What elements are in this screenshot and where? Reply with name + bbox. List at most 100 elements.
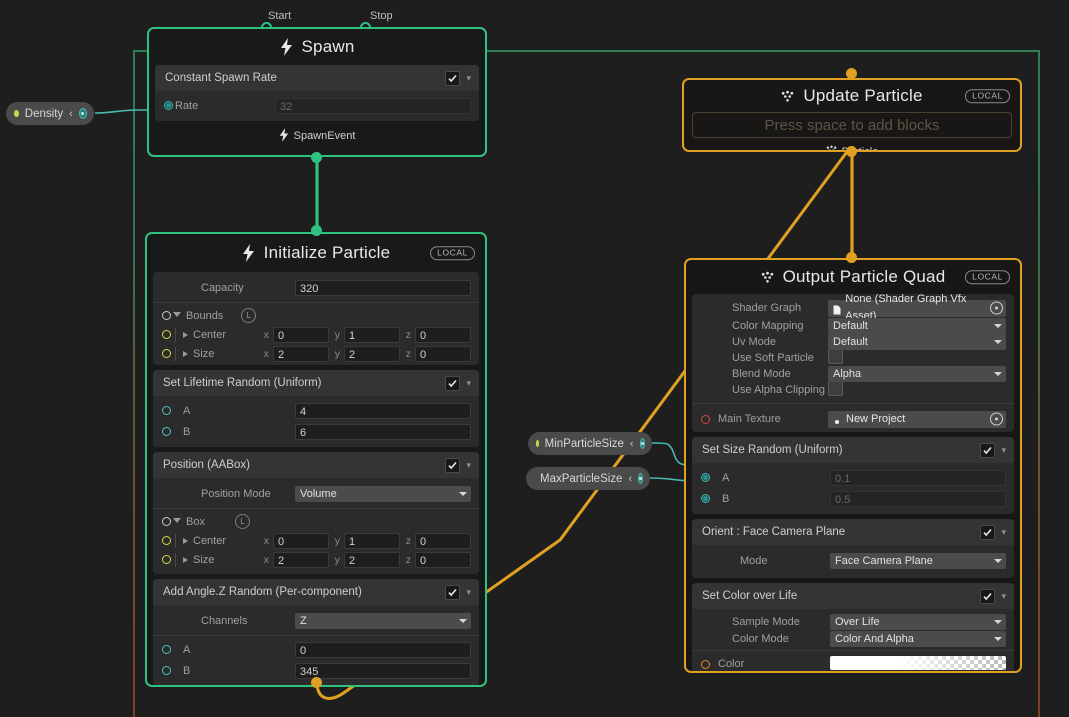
input-port-icon[interactable] [159,311,173,320]
chevron-right-icon[interactable] [183,556,188,563]
property-row-b[interactable]: B 0.5 [692,488,1014,509]
chevron-down-icon[interactable]: ▾ [466,73,471,83]
block-enable-checkbox[interactable] [445,70,461,86]
uv-mode-dropdown[interactable]: Default [828,334,1006,350]
orient-mode-dropdown[interactable]: Face Camera Plane [830,553,1006,569]
context-initialize-particle[interactable]: Initialize Particle LOCAL Capacity 320 B [145,232,487,687]
property-row-rate[interactable]: Rate 32 [155,95,479,116]
box-size-x-input[interactable]: 2 [273,551,329,568]
input-port-icon[interactable] [159,555,173,564]
input-port-icon[interactable] [159,406,173,415]
property-row-color-mode[interactable]: Color Mode Color And Alpha [692,630,1014,647]
vector3-box-size[interactable]: x 2 y 2 z 0 [262,551,471,568]
object-picker-icon[interactable] [990,301,1003,315]
chevron-down-icon[interactable]: ▾ [1001,527,1006,537]
box-center-y-input[interactable]: 1 [344,532,400,549]
chevron-left-icon[interactable]: ‹ [69,108,73,120]
block-set-lifetime-random[interactable]: Set Lifetime Random (Uniform) ▾ A 4 B 6 [153,370,479,447]
vector3-box-center[interactable]: x 0 y 1 z 0 [262,532,471,549]
channels-dropdown[interactable]: Z [295,613,471,629]
property-row-bounds-center[interactable]: Center x 0 y 1 z 0 [153,325,479,344]
use-soft-particle-checkbox[interactable] [828,349,843,364]
block-enable-checkbox[interactable] [445,375,461,391]
box-size-y-input[interactable]: 2 [344,551,400,568]
property-row-channels[interactable]: Channels Z [153,609,479,633]
chevron-down-icon[interactable] [173,517,181,526]
initialize-input-anchor[interactable] [311,225,322,236]
block-header[interactable]: Add Angle.Z Random (Per-component) ▾ [153,579,479,605]
chevron-down-icon[interactable]: ▾ [466,378,471,388]
property-row-bounds[interactable]: Bounds L [153,306,479,325]
property-row-use-alpha-clipping[interactable]: Use Alpha Clipping [692,381,1014,398]
input-port-icon[interactable] [159,427,173,436]
box-center-x-input[interactable]: 0 [273,532,329,549]
color-mode-dropdown[interactable]: Color And Alpha [830,630,1006,647]
block-header[interactable]: Orient : Face Camera Plane ▾ [692,519,1014,545]
block-enable-checkbox[interactable] [445,457,461,473]
context-output-particle-quad[interactable]: Output Particle Quad LOCAL Shader Graph [684,258,1022,673]
input-port-icon[interactable] [159,536,173,545]
input-port-icon[interactable] [698,473,712,482]
blend-mode-dropdown[interactable]: Alpha [828,366,1006,382]
property-row-box[interactable]: Box L [153,512,479,531]
property-row-a[interactable]: A 4 [153,400,479,421]
gradient-field[interactable] [830,655,1006,670]
property-row-sample-mode[interactable]: Sample Mode Over Life [692,613,1014,630]
property-row-position-mode[interactable]: Position Mode Volume [153,482,479,506]
context-spawn[interactable]: Spawn Constant Spawn Rate ▾ Rate 32 Spaw… [147,27,487,157]
block-orient-face-camera-plane[interactable]: Orient : Face Camera Plane ▾ Mode Face C… [692,519,1014,578]
block-set-size-random[interactable]: Set Size Random (Uniform) ▾ A 0.1 B 0.5 [692,437,1014,514]
add-blocks-placeholder[interactable]: Press space to add blocks [692,112,1012,138]
property-row-use-soft-particle[interactable]: Use Soft Particle [692,349,1014,366]
capacity-input[interactable]: 320 [295,279,471,296]
update-input-anchor[interactable] [846,68,857,79]
block-enable-checkbox[interactable] [980,588,996,604]
block-enable-checkbox[interactable] [980,524,996,540]
spawn-output-anchor[interactable] [311,152,322,163]
input-port-icon[interactable] [698,494,712,503]
output-port-icon[interactable] [638,473,644,484]
space-badge[interactable]: L [234,514,250,529]
property-row-mode[interactable]: Mode Face Camera Plane [692,549,1014,573]
center-z-input[interactable]: 0 [415,326,471,343]
size-x-input[interactable]: 2 [273,345,329,362]
input-port-icon[interactable] [698,414,712,424]
property-row-color[interactable]: Color [692,654,1014,671]
chevron-left-icon[interactable]: ‹ [630,438,634,450]
update-output-anchor[interactable] [846,146,857,157]
input-port-icon[interactable] [159,666,173,675]
block-constant-spawn-rate[interactable]: Constant Spawn Rate ▾ Rate 32 [155,65,479,121]
property-row-uv-mode[interactable]: Uv Mode Default [692,334,1014,350]
lifetime-a-input[interactable]: 4 [295,402,471,419]
size-b-input[interactable]: 0.5 [830,490,1006,507]
input-port-icon[interactable] [159,645,173,654]
output-port-icon[interactable] [78,108,87,119]
context-update-particle[interactable]: Update Particle LOCAL Press space to add… [682,78,1022,152]
chevron-left-icon[interactable]: ‹ [628,473,632,485]
lifetime-b-input[interactable]: 6 [295,423,471,440]
vector3-size[interactable]: x 2 y 2 z 0 [262,345,471,362]
rate-input[interactable]: 32 [275,97,471,114]
block-enable-checkbox[interactable] [980,442,996,458]
input-port-icon[interactable] [159,517,173,526]
space-badge[interactable]: L [241,308,257,323]
input-port-icon[interactable] [159,349,173,358]
parameter-node-minparticlesize[interactable]: MinParticleSize ‹ [528,432,652,455]
parameter-node-maxparticlesize[interactable]: MaxParticleSize ‹ [526,467,650,490]
angle-a-input[interactable]: 0 [295,641,471,658]
property-row-box-center[interactable]: Center x 0 y 1 z 0 [153,531,479,550]
input-port-icon[interactable] [698,659,712,669]
block-set-color-over-life[interactable]: Set Color over Life ▾ Sample Mode Over L… [692,583,1014,671]
sample-mode-dropdown[interactable]: Over Life [830,613,1006,630]
block-add-anglez-random[interactable]: Add Angle.Z Random (Per-component) ▾ Cha… [153,579,479,685]
chevron-down-icon[interactable]: ▾ [1001,445,1006,455]
center-x-input[interactable]: 0 [273,326,329,343]
property-row-a[interactable]: A 0 [153,639,479,660]
block-enable-checkbox[interactable] [445,584,461,600]
property-row-box-size[interactable]: Size x 2 y 2 z 0 [153,550,479,569]
output-port-icon[interactable] [639,438,645,449]
vector3-center[interactable]: x 0 y 1 z 0 [262,326,471,343]
initialize-output-anchor[interactable] [311,677,322,688]
object-picker-icon[interactable] [990,412,1003,426]
chevron-down-icon[interactable]: ▾ [466,587,471,597]
